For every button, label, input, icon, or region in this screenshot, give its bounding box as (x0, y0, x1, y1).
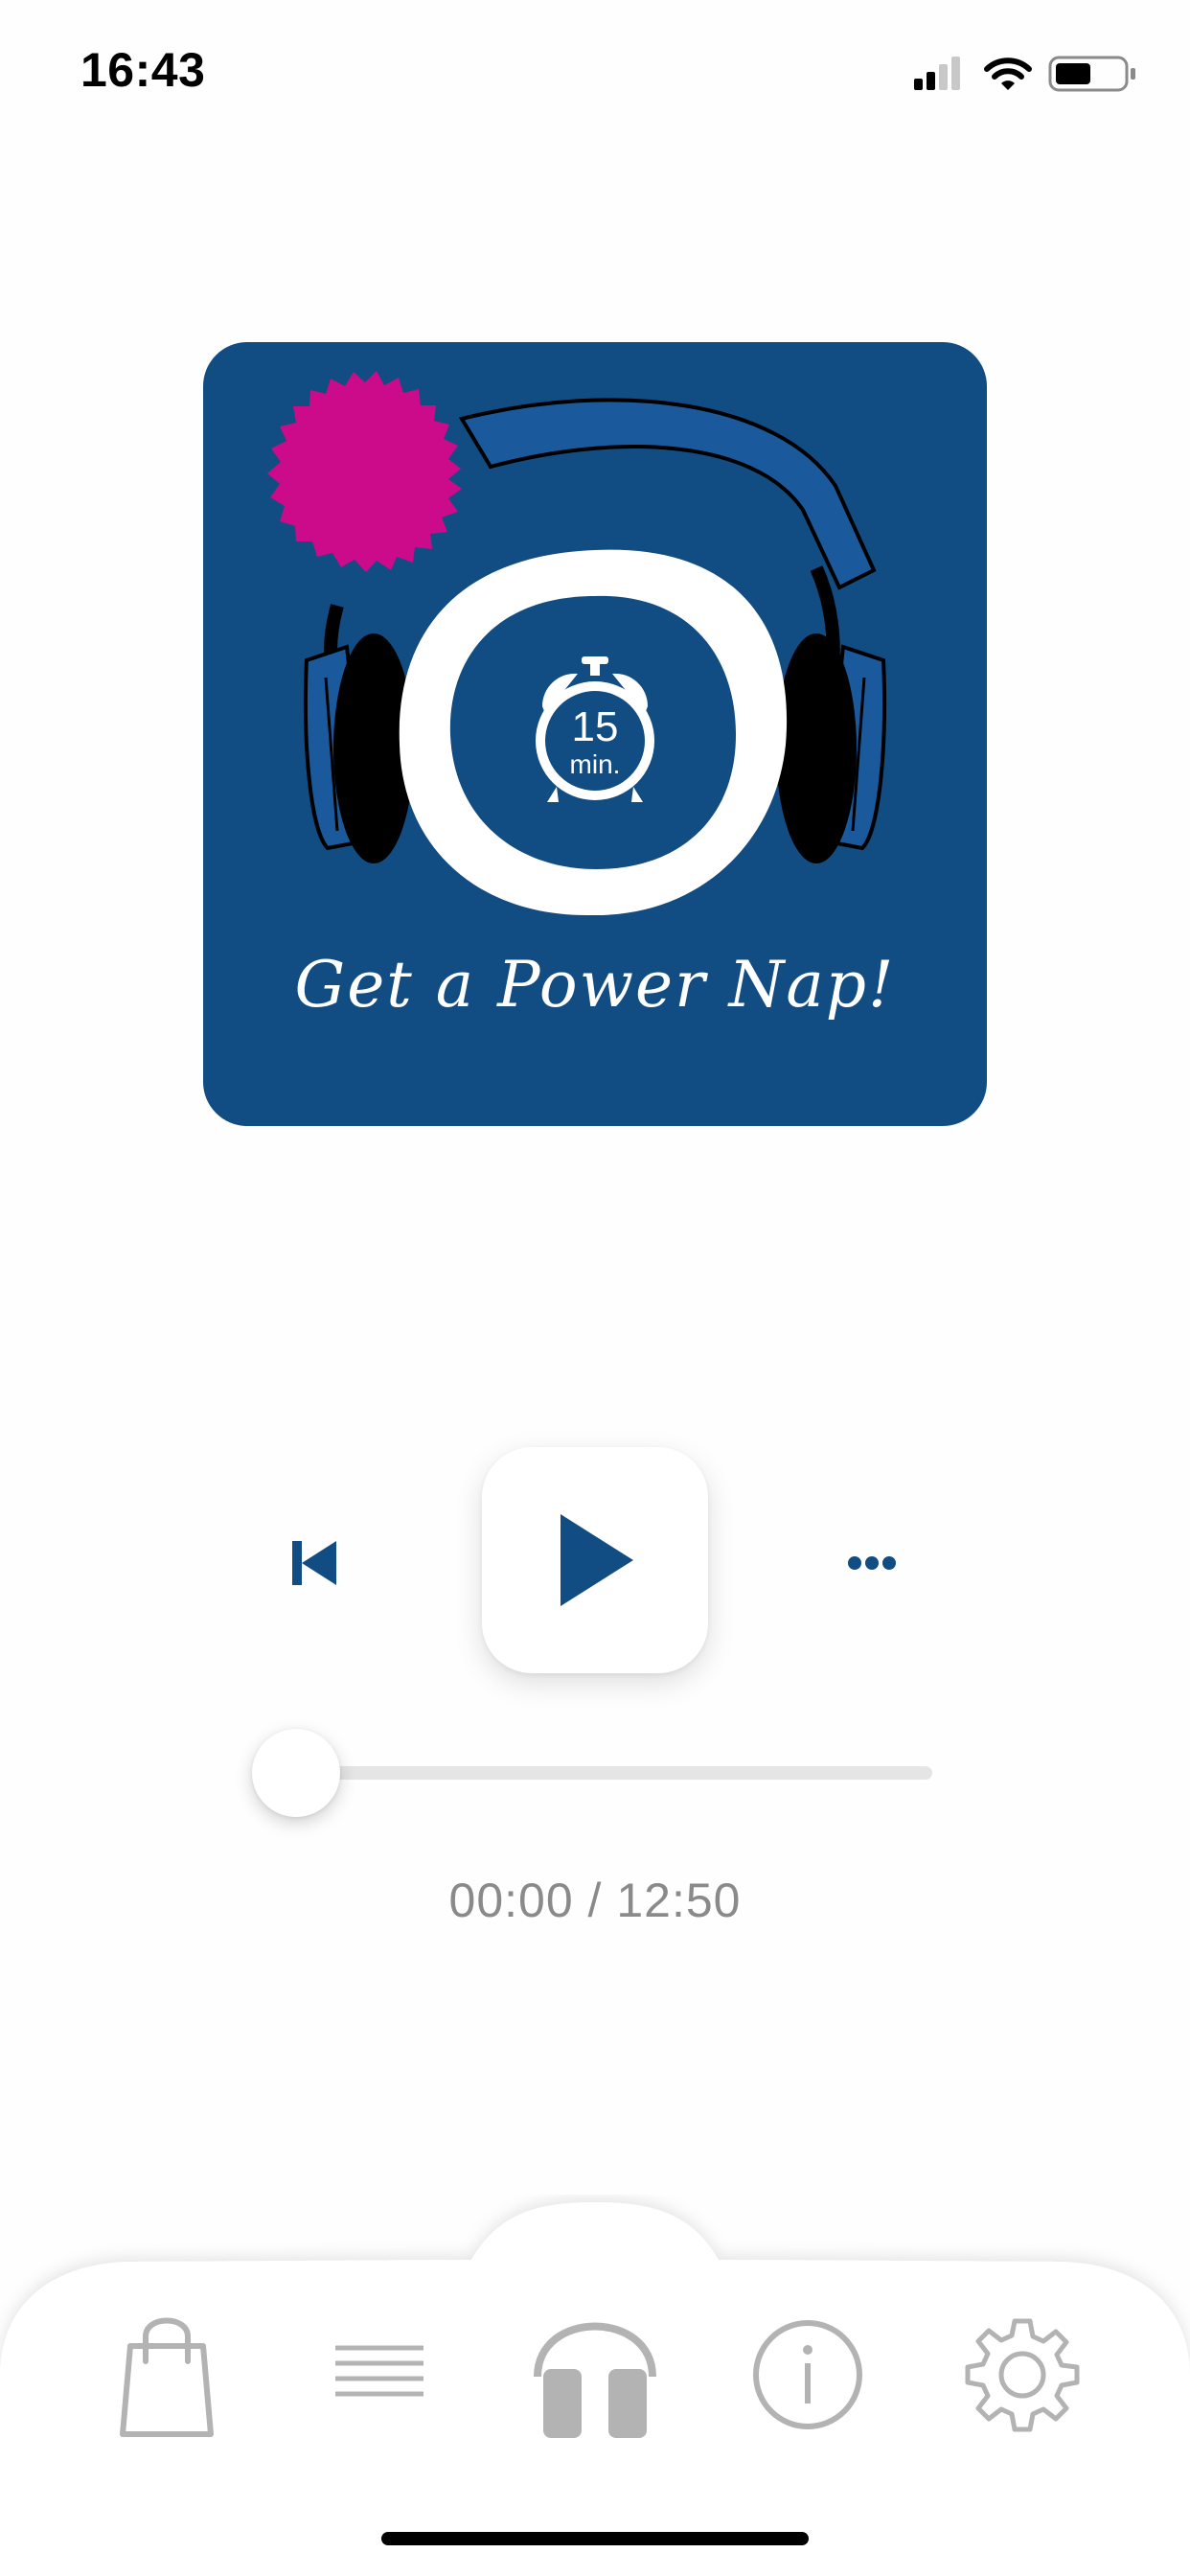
status-bar: 16:43 (0, 0, 1190, 144)
info-icon (753, 2320, 862, 2429)
previous-button[interactable] (283, 1531, 346, 1595)
timer-unit: min. (570, 749, 621, 779)
player-controls (0, 1445, 1190, 1675)
gear-icon (965, 2318, 1080, 2432)
badge-starburst (267, 371, 462, 572)
tab-shop[interactable] (100, 2308, 234, 2442)
list-icon (335, 2345, 423, 2397)
album-artwork: 15 min. Get a Power Nap! (203, 342, 987, 1126)
battery-icon (1048, 56, 1135, 92)
progress-slider[interactable] (252, 1725, 932, 1821)
artwork-title: Get a Power Nap! (294, 948, 896, 1022)
status-icons (914, 54, 1144, 92)
headphones-icon (534, 2322, 656, 2438)
timer-number: 15 (572, 703, 619, 750)
tab-bar (0, 2195, 1190, 2576)
progress-thumb[interactable] (252, 1729, 340, 1817)
tab-settings[interactable] (955, 2308, 1089, 2442)
more-options-icon (848, 1556, 896, 1570)
tab-info[interactable] (741, 2308, 875, 2442)
tab-player[interactable] (528, 2290, 662, 2438)
tab-list[interactable] (312, 2308, 446, 2442)
more-options-button[interactable] (843, 1544, 901, 1582)
wifi-icon (984, 58, 1032, 90)
status-time: 16:43 (80, 43, 206, 97)
cellular-signal-icon (914, 57, 960, 90)
progress-track[interactable] (296, 1766, 932, 1780)
time-separator: / (573, 1874, 617, 1927)
skip-to-start-icon (292, 1541, 336, 1585)
home-indicator (381, 2532, 809, 2545)
shopping-bag-icon (120, 2317, 214, 2437)
total-duration: 12:50 (616, 1874, 742, 1927)
elapsed-time: 00:00 (448, 1874, 574, 1927)
play-button[interactable] (482, 1447, 708, 1673)
time-readout: 00:00 / 12:50 (0, 1873, 1190, 1928)
play-icon (561, 1514, 633, 1606)
